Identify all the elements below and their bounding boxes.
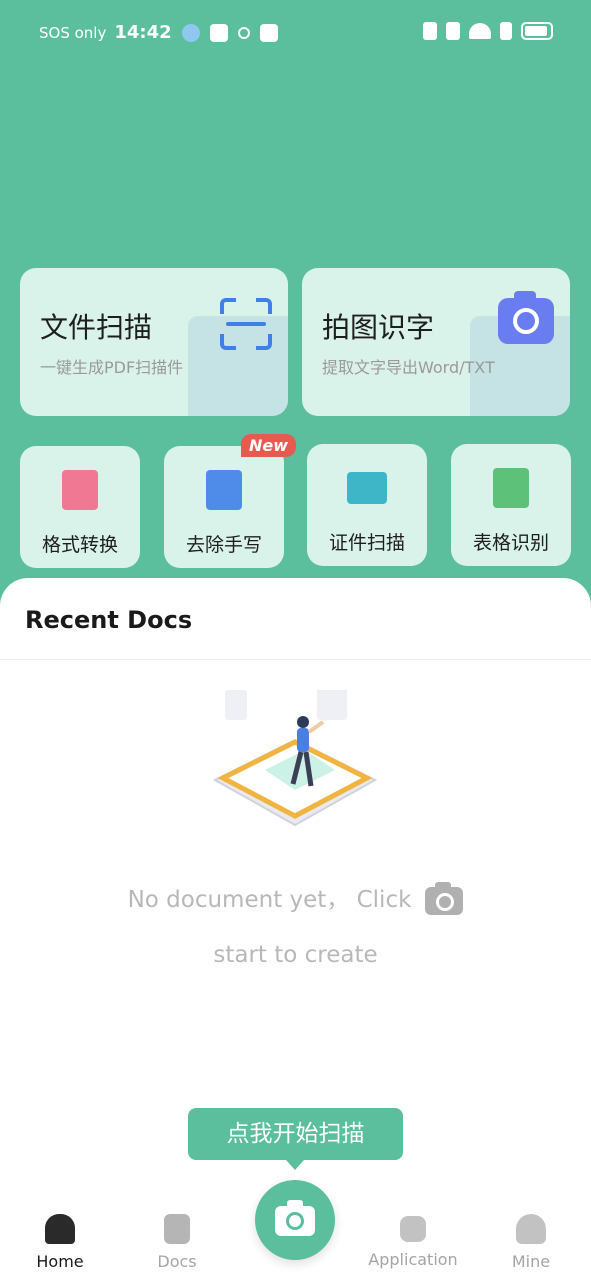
id-card-icon (347, 472, 387, 504)
spreadsheet-icon (493, 468, 529, 508)
camera-icon (498, 291, 554, 344)
card-title: 文件扫描 (40, 311, 153, 344)
status-right (423, 22, 553, 40)
recent-docs-heading: Recent Docs (25, 606, 193, 634)
card-subtitle: 提取文字导出Word/TXT (322, 358, 495, 377)
nav-docs[interactable]: Docs (117, 1214, 237, 1271)
camera-scan-button[interactable] (255, 1180, 335, 1260)
battery-icon (521, 22, 553, 40)
empty-state-line2: start to create (213, 942, 378, 968)
alarm-icon (237, 26, 250, 39)
card-title: 拍图识字 (322, 311, 435, 344)
tool-spreadsheet[interactable]: 表格识别 (451, 444, 571, 566)
shield-icon (209, 23, 228, 42)
nav-label: Mine (511, 1252, 551, 1271)
recent-docs-panel: Recent Docs No document yet， Click start… (0, 578, 591, 1280)
status-left: SOS only 14:42 (39, 22, 278, 43)
scan-frame-icon (220, 298, 272, 350)
tool-label: 格式转换 (41, 534, 118, 556)
app-notification-icon (181, 23, 200, 42)
nav-home[interactable]: Home (0, 1214, 120, 1271)
nfc-icon (423, 22, 437, 40)
home-icon (45, 1214, 75, 1244)
nav-label: Home (36, 1252, 84, 1271)
carrier-text: SOS only (39, 23, 107, 42)
profile-icon (516, 1214, 546, 1244)
divider (0, 659, 591, 660)
camera-icon (275, 1200, 315, 1236)
upload-icon (259, 23, 278, 42)
nav-label: Application (368, 1250, 458, 1269)
remove-handwriting-icon (206, 470, 242, 510)
empty-state-illustration (212, 690, 378, 827)
clock: 14:42 (114, 22, 172, 43)
status-bar: SOS only 14:42 (0, 0, 591, 66)
card-subtitle: 一键生成PDF扫描件 (40, 358, 184, 377)
nav-label: Docs (157, 1252, 197, 1271)
nav-mine[interactable]: Mine (471, 1214, 591, 1271)
tool-format-convert[interactable]: 格式转换 (20, 446, 140, 568)
start-scan-tooltip[interactable]: 点我开始扫描 (188, 1108, 403, 1170)
wifi-icon (469, 23, 491, 39)
tool-label: 去除手写 (185, 534, 262, 556)
empty-text: No document yet， Click (127, 887, 412, 913)
tool-label: 表格识别 (472, 532, 549, 554)
new-badge: New (240, 434, 296, 457)
tool-id-scan[interactable]: 证件扫描 (307, 444, 427, 566)
tool-remove-handwriting[interactable]: 去除手写 New (164, 434, 296, 568)
nav-application[interactable]: Application (353, 1214, 473, 1269)
file-scan-card[interactable]: 文件扫描 一键生成PDF扫描件 (20, 268, 288, 416)
application-icon (400, 1216, 426, 1242)
alert-icon (500, 22, 512, 40)
docs-icon (164, 1214, 190, 1244)
photo-ocr-card[interactable]: 拍图识字 提取文字导出Word/TXT (302, 268, 570, 416)
camera-icon[interactable] (425, 881, 464, 915)
empty-state-line1: No document yet， Click (0, 880, 591, 915)
format-convert-icon (62, 470, 98, 510)
vibrate-icon (446, 22, 460, 40)
tool-label: 证件扫描 (328, 532, 405, 554)
